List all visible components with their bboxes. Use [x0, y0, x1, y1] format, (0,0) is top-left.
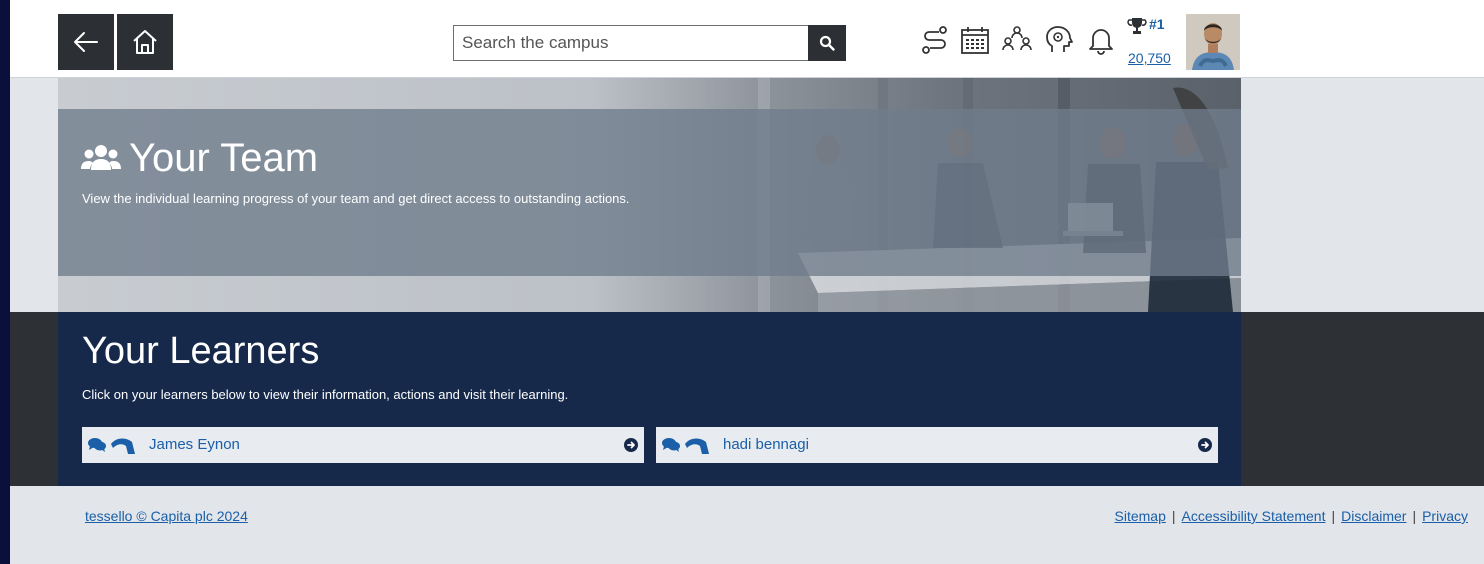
home-button[interactable]: [117, 14, 173, 70]
privacy-link[interactable]: Privacy: [1422, 508, 1468, 524]
banner-subtitle: View the individual learning progress of…: [82, 191, 630, 206]
capita-ribbon-icon: [111, 438, 135, 454]
accessibility-statement-link[interactable]: Accessibility Statement: [1182, 508, 1326, 524]
banner-heading: Your Team: [81, 136, 318, 181]
search-icon: [819, 35, 835, 51]
learning-path-button[interactable]: [918, 22, 952, 58]
calendar-button[interactable]: [958, 22, 992, 58]
learners-subtitle: Click on your learners below to view the…: [82, 387, 569, 402]
bell-icon: [1089, 29, 1113, 55]
skills-button[interactable]: [1042, 22, 1076, 58]
disclaimer-link[interactable]: Disclaimer: [1341, 508, 1406, 524]
team-button[interactable]: [1000, 22, 1034, 58]
banner-title: Your Team: [129, 136, 319, 180]
brain-icon: [1046, 26, 1073, 52]
footer-separator: |: [1412, 508, 1417, 524]
arrow-circle-right-icon: [1198, 438, 1212, 452]
footer-separator: |: [1171, 508, 1176, 524]
users-icon: [81, 144, 121, 170]
search-button[interactable]: [808, 25, 846, 61]
avatar-image: [1186, 14, 1240, 70]
learner-name: hadi bennagi: [723, 436, 809, 453]
copyright-link[interactable]: tessello © Capita plc 2024: [85, 508, 248, 524]
footer-links: Sitemap | Accessibility Statement | Disc…: [1115, 508, 1468, 524]
top-header: #1 20,750: [10, 0, 1484, 78]
learners-section: Your Learners Click on your learners bel…: [10, 312, 1484, 486]
team-icon: [1002, 26, 1032, 51]
leaderboard-widget: #1 20,750: [1123, 14, 1183, 70]
chat-icon: [88, 438, 106, 452]
home-icon: [133, 30, 157, 54]
calendar-icon: [961, 27, 989, 54]
leaderboard-points-link[interactable]: 20,750: [1128, 50, 1171, 66]
sitemap-link[interactable]: Sitemap: [1115, 508, 1166, 524]
notifications-button[interactable]: [1084, 22, 1118, 58]
app-window: #1 20,750: [10, 0, 1484, 564]
search-bar: [453, 25, 846, 61]
search-input[interactable]: [453, 25, 808, 61]
user-avatar[interactable]: [1186, 14, 1240, 70]
leaderboard-rank: #1: [1149, 16, 1165, 32]
learner-card[interactable]: hadi bennagi: [656, 427, 1218, 463]
footer-separator: |: [1331, 508, 1336, 524]
chat-icon: [662, 438, 680, 452]
trophy-icon: [1127, 18, 1147, 34]
arrow-circle-right-icon: [624, 438, 638, 452]
back-button[interactable]: [58, 14, 114, 70]
route-icon: [922, 26, 947, 54]
team-banner: Your Team View the individual learning p…: [58, 78, 1241, 312]
learner-name: James Eynon: [149, 436, 240, 453]
learners-title: Your Learners: [82, 330, 320, 372]
learners-panel: Your Learners Click on your learners bel…: [58, 312, 1241, 486]
learner-card[interactable]: James Eynon: [82, 427, 644, 463]
capita-ribbon-icon: [685, 438, 709, 454]
arrow-left-icon: [74, 32, 98, 52]
